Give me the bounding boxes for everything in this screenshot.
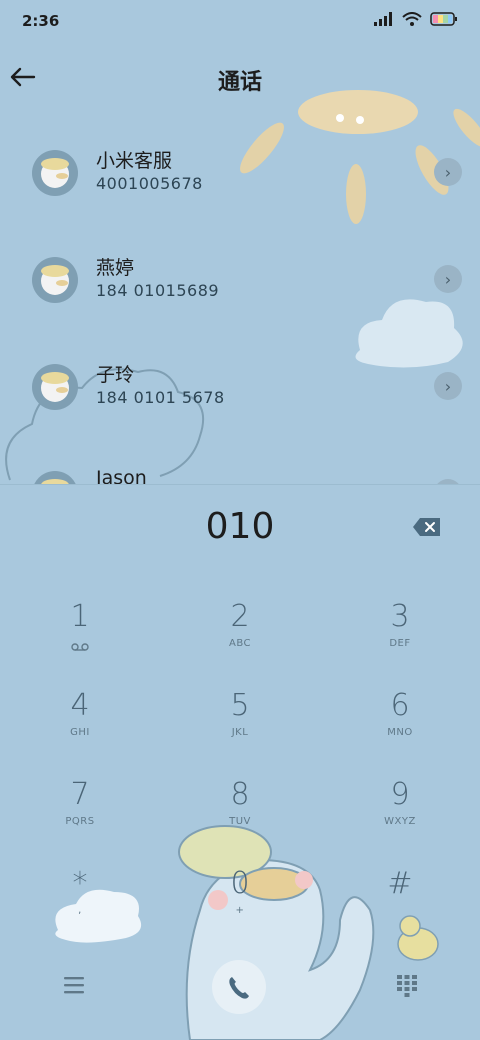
contact-name: 子玲	[96, 364, 135, 386]
list-item[interactable]: 小米客服 4001005678 ›	[0, 136, 480, 216]
page-title: 通话	[217, 70, 262, 95]
key-digit: 9	[390, 777, 410, 812]
key-letters: DEF	[389, 638, 411, 649]
avatar	[32, 471, 78, 484]
key-letters: MNO	[387, 727, 413, 738]
chevron-right-icon[interactable]: ›	[434, 479, 462, 484]
dial-key-star[interactable]: * ,	[20, 865, 140, 945]
dial-key-0[interactable]: 0 +	[180, 865, 300, 945]
contact-list[interactable]: 小米客服 4001005678 › 燕婷 184 01015689 › 子玲 1…	[0, 122, 480, 484]
avatar	[32, 257, 78, 303]
key-letters: GHI	[70, 727, 90, 738]
list-item[interactable]: 子玲 184 0101 5678 ›	[0, 350, 480, 430]
key-letters: ABC	[228, 638, 251, 649]
battery-icon	[430, 12, 457, 26]
key-digit: 5	[230, 688, 250, 723]
chevron-right-icon[interactable]: ›	[434, 372, 462, 400]
contact-name: 小米客服	[96, 150, 173, 172]
dial-key-1[interactable]: 1	[20, 598, 140, 678]
voicemail-icon	[71, 643, 89, 651]
key-letters: PQRS	[65, 816, 95, 827]
key-letters: JKL	[231, 727, 249, 738]
dial-key-4[interactable]: 4 GHI	[20, 687, 140, 767]
key-digit: *	[72, 866, 88, 901]
dial-key-5[interactable]: 5 JKL	[180, 687, 300, 767]
key-letters: +	[235, 905, 245, 916]
wifi-icon	[402, 12, 422, 26]
key-digit: 3	[390, 599, 410, 634]
dial-key-8[interactable]: 8 TUV	[180, 776, 300, 856]
status-time: 2:36	[22, 12, 60, 30]
chevron-right-icon[interactable]: ›	[434, 265, 462, 293]
phone-icon	[229, 977, 249, 999]
key-digit: 6	[390, 688, 410, 723]
contact-number: 4001005678	[96, 174, 203, 193]
contact-number: 184 01015689	[96, 281, 220, 300]
key-digit: 4	[70, 688, 90, 723]
key-digit: 1	[70, 599, 90, 634]
call-button[interactable]	[212, 960, 266, 1014]
key-letters: TUV	[229, 816, 251, 827]
chevron-right-icon[interactable]: ›	[434, 158, 462, 186]
dialed-number: 010	[205, 506, 275, 547]
dial-key-6[interactable]: 6 MNO	[340, 687, 460, 767]
contact-name: Jason	[96, 467, 147, 484]
menu-icon[interactable]	[62, 974, 86, 996]
backspace-icon[interactable]	[412, 516, 442, 538]
list-item[interactable]: 燕婷 184 01015689 ›	[0, 243, 480, 323]
signal-icon	[374, 12, 392, 26]
dialpad-icon[interactable]	[396, 974, 418, 998]
contact-name: 燕婷	[96, 257, 135, 279]
dial-key-9[interactable]: 9 WXYZ	[340, 776, 460, 856]
dial-key-3[interactable]: 3 DEF	[340, 598, 460, 678]
key-digit: 8	[230, 777, 250, 812]
key-digit: 2	[230, 599, 250, 634]
key-digit: 7	[70, 777, 90, 812]
key-digit: #	[387, 866, 413, 901]
status-icons	[374, 12, 458, 26]
dial-key-7[interactable]: 7 PQRS	[20, 776, 140, 856]
dial-key-hash[interactable]: #	[340, 865, 460, 945]
key-digit: 0	[230, 866, 250, 901]
list-item[interactable]: Jason ›	[0, 457, 480, 484]
key-letters: ,	[78, 905, 82, 916]
dial-key-2[interactable]: 2 ABC	[180, 598, 300, 678]
avatar	[32, 150, 78, 196]
contact-number: 184 0101 5678	[96, 388, 225, 407]
key-letters: WXYZ	[384, 816, 416, 827]
avatar	[32, 364, 78, 410]
